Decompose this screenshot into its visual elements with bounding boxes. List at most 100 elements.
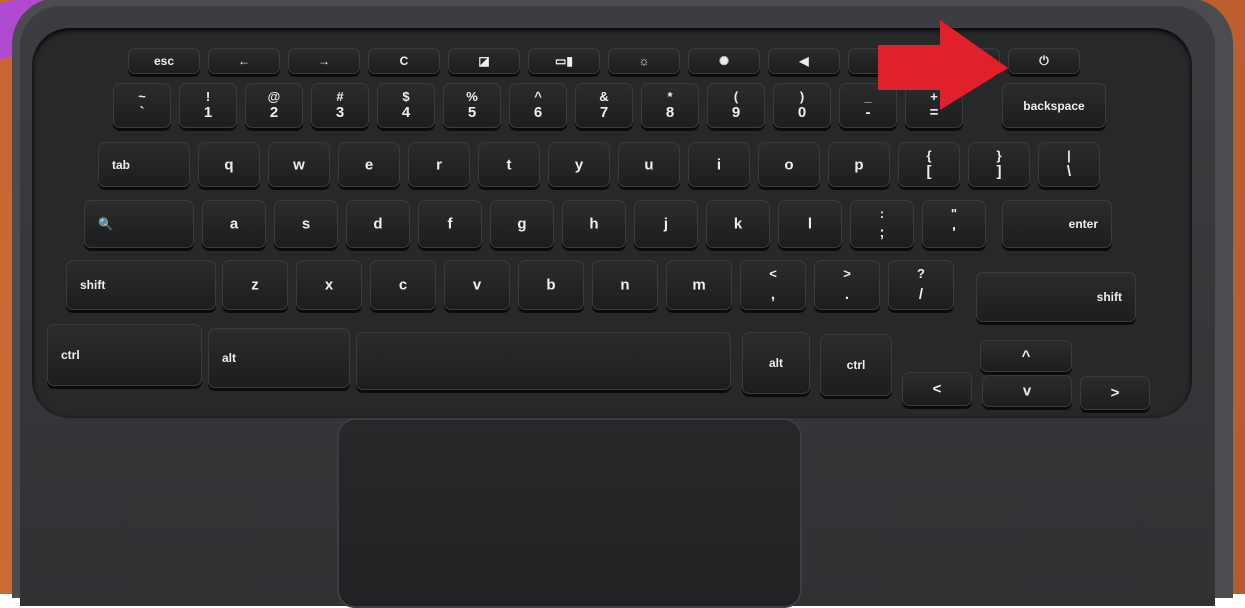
key-lshift[interactable]: shift [66, 260, 216, 310]
key-legend: e [364, 156, 374, 173]
key-semicolon[interactable]: :; [850, 200, 914, 248]
key-mute[interactable]: ◀ [768, 48, 840, 74]
key-overview[interactable]: ▭▮ [528, 48, 600, 74]
key-q[interactable]: q [198, 142, 260, 187]
key-legend: ⏻ [1039, 53, 1049, 68]
key-x[interactable]: x [296, 260, 362, 310]
key-legend: C [399, 54, 409, 68]
key-shift-legend: * [667, 89, 673, 104]
key-t[interactable]: t [478, 142, 540, 187]
key-arrow-left[interactable]: < [902, 372, 972, 406]
key-lbracket[interactable]: {[ [898, 142, 960, 187]
key-lctrl[interactable]: ctrl [47, 324, 202, 386]
key-power[interactable]: ⏻ [1008, 48, 1080, 74]
key-legend: j [663, 215, 669, 233]
key-1[interactable]: ! 1 [179, 83, 237, 128]
key-7[interactable]: & 7 [575, 83, 633, 128]
key-rbracket[interactable]: }] [968, 142, 1030, 187]
key-backslash[interactable]: | \ [1038, 142, 1100, 187]
key-9[interactable]: (9 [707, 83, 765, 128]
key-s[interactable]: s [274, 200, 338, 248]
key-legend: < [932, 380, 942, 398]
key-5[interactable]: % 5 [443, 83, 501, 128]
key-a[interactable]: a [202, 200, 266, 248]
key-j[interactable]: j [634, 200, 698, 248]
key-legend: m [692, 276, 706, 294]
key-w[interactable]: w [268, 142, 330, 187]
key-legend: ▭▮ [555, 54, 573, 68]
key-esc[interactable]: esc [128, 48, 200, 74]
key-legend: ' [952, 224, 956, 241]
key-ralt[interactable]: alt [742, 332, 810, 394]
key-f[interactable]: f [418, 200, 482, 248]
key-search[interactable]: 🔍 [84, 200, 194, 248]
key-refresh[interactable]: C [368, 48, 440, 74]
key-lalt[interactable]: alt [208, 328, 350, 388]
key-c[interactable]: c [370, 260, 436, 310]
key-u[interactable]: u [618, 142, 680, 187]
key-y[interactable]: y [548, 142, 610, 187]
key-3[interactable]: #3 [311, 83, 369, 128]
key-arrow-down[interactable]: v [982, 375, 1072, 407]
key-shift-legend: ! [205, 89, 211, 104]
key-z[interactable]: z [222, 260, 288, 310]
key-legend: ctrl [846, 358, 866, 372]
key-rshift[interactable]: shift [976, 272, 1136, 322]
key-space[interactable] [356, 332, 731, 390]
key-rctrl[interactable]: ctrl [820, 334, 892, 396]
key-arrow-right[interactable]: > [1080, 376, 1150, 410]
key-quote[interactable]: " ' [922, 200, 986, 248]
key-legend: ] [996, 163, 1002, 180]
key-period[interactable]: >. [814, 260, 880, 310]
key-shift-legend: # [336, 89, 344, 104]
key-legend: enter [1068, 217, 1098, 231]
key-legend: shift [80, 278, 106, 292]
key-g[interactable]: g [490, 200, 554, 248]
key-grave[interactable]: ~ ` [113, 83, 171, 128]
key-tab[interactable]: tab [98, 142, 190, 187]
key-d[interactable]: d [346, 200, 410, 248]
key-k[interactable]: k [706, 200, 770, 248]
key-m[interactable]: m [666, 260, 732, 310]
key-shift-legend: & [599, 89, 609, 104]
key-legend: ◪ [478, 54, 490, 68]
key-shift-legend: { [926, 148, 932, 163]
key-8[interactable]: * 8 [641, 83, 699, 128]
key-e[interactable]: e [338, 142, 400, 187]
key-shift-legend: @ [267, 89, 281, 104]
key-shift-legend: | [1067, 148, 1071, 163]
key-o[interactable]: o [758, 142, 820, 187]
key-brightness-down[interactable]: ☼ [608, 48, 680, 74]
key-legend: d [373, 215, 383, 233]
key-legend: u [644, 156, 654, 173]
key-r[interactable]: r [408, 142, 470, 187]
key-legend: → [318, 54, 330, 68]
trackpad[interactable] [337, 418, 802, 608]
key-legend: ☼ [638, 54, 650, 68]
key-v[interactable]: v [444, 260, 510, 310]
key-legend: 7 [599, 104, 609, 121]
key-enter[interactable]: enter [1002, 200, 1112, 248]
key-0[interactable]: ) 0 [773, 83, 831, 128]
key-legend: ; [879, 224, 885, 241]
key-6[interactable]: ^ 6 [509, 83, 567, 128]
key-b[interactable]: b [518, 260, 584, 310]
key-2[interactable]: @2 [245, 83, 303, 128]
key-legend: 0 [797, 104, 807, 121]
key-4[interactable]: $4 [377, 83, 435, 128]
key-forward[interactable]: → [288, 48, 360, 74]
key-slash[interactable]: ? / [888, 260, 954, 310]
key-back[interactable]: ← [208, 48, 280, 74]
key-i[interactable]: i [688, 142, 750, 187]
key-legend: / [918, 286, 924, 303]
key-legend: alt [768, 356, 783, 370]
key-brightness-up[interactable]: ✺ [688, 48, 760, 74]
key-fullscreen[interactable]: ◪ [448, 48, 520, 74]
key-n[interactable]: n [592, 260, 658, 310]
key-legend: v [1022, 382, 1032, 400]
key-arrow-up[interactable]: ^ [980, 340, 1072, 372]
key-p[interactable]: p [828, 142, 890, 187]
key-h[interactable]: h [562, 200, 626, 248]
key-comma[interactable]: <, [740, 260, 806, 310]
key-l[interactable]: l [778, 200, 842, 248]
